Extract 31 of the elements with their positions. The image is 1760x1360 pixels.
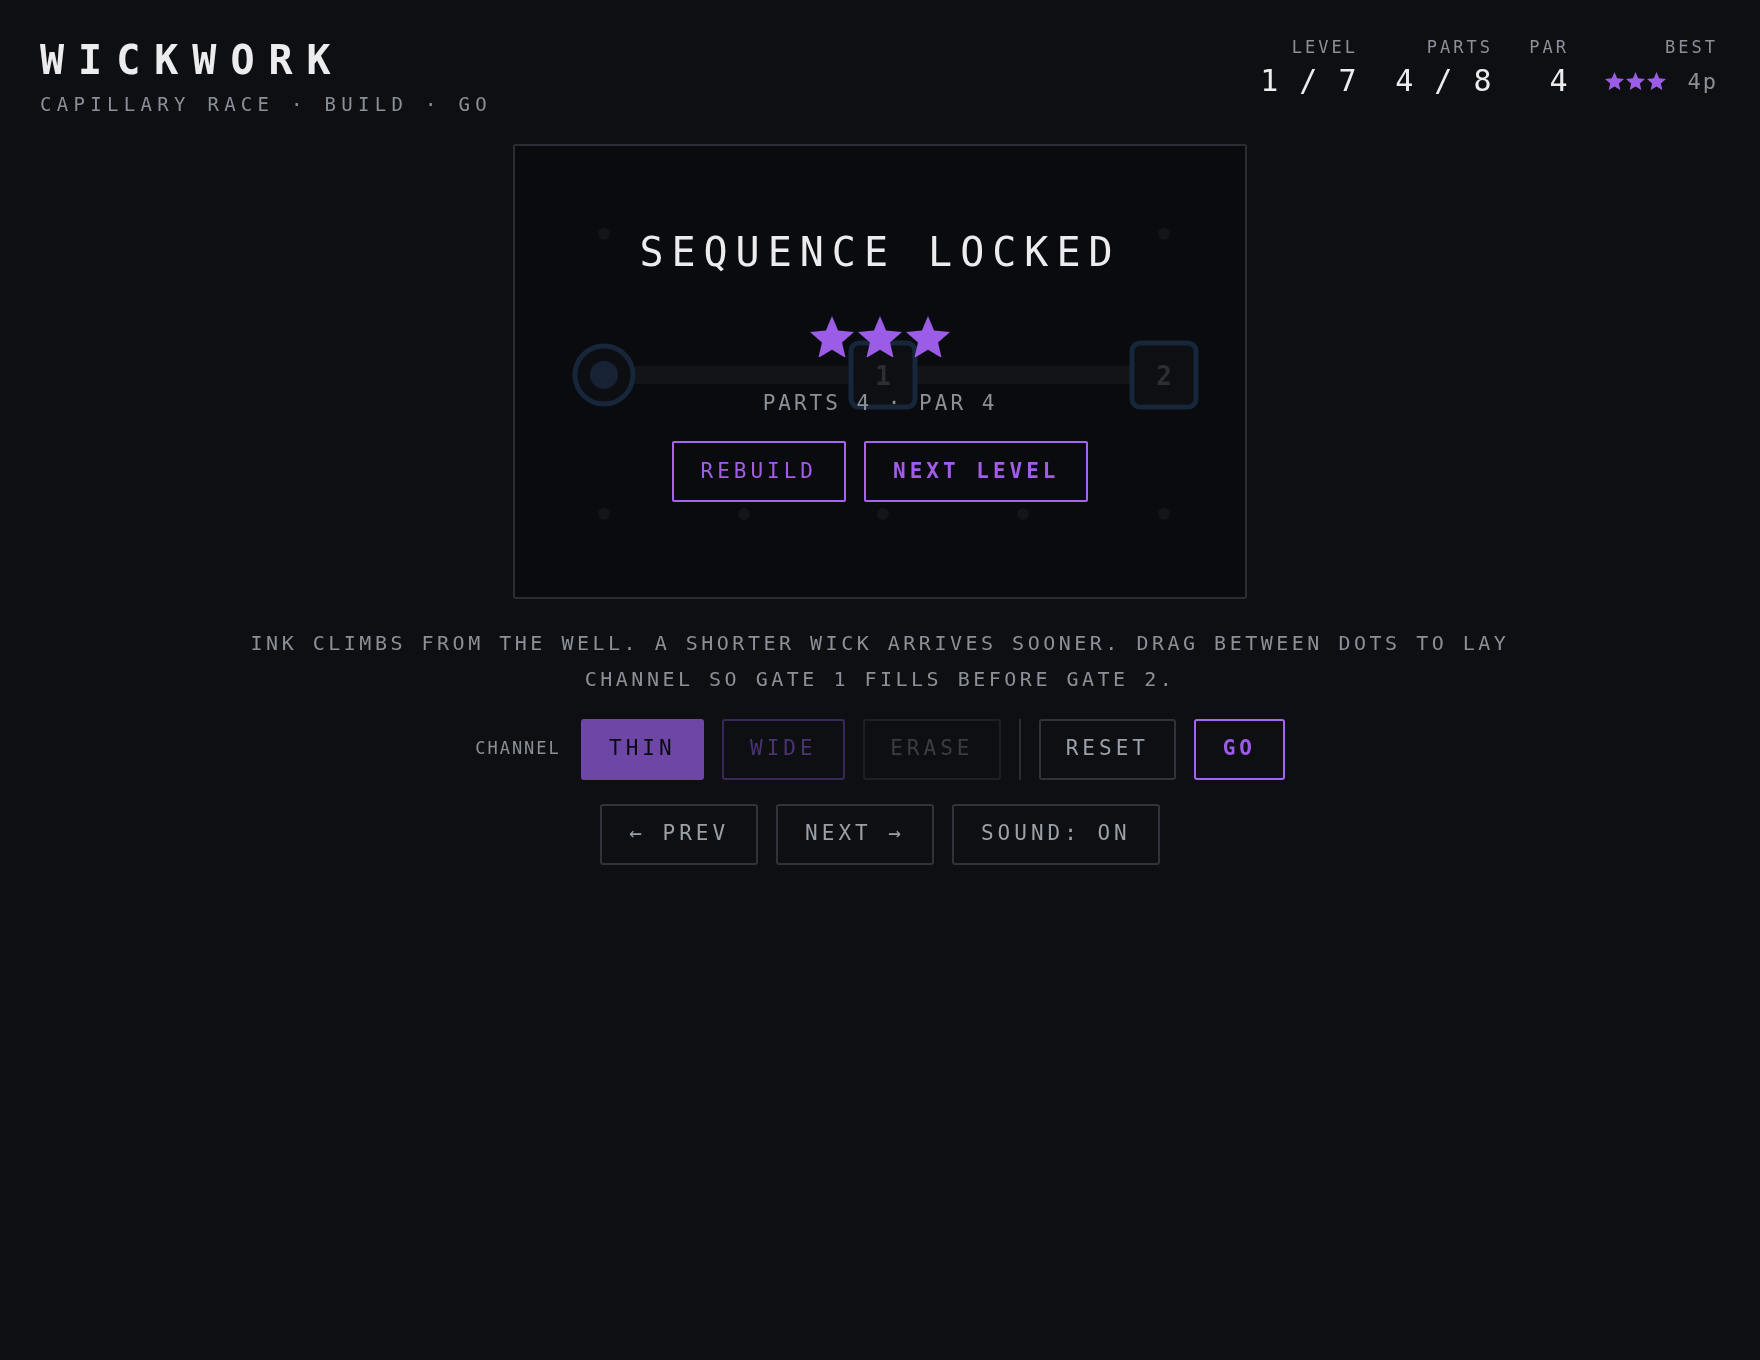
instructions-text: INK CLIMBS FROM THE WELL. A SHORTER WICK ARRIVES SOONER. DRAG BETWEEN DOTS TO LAY CHANNEL SO GATE 1 FILLS BEFORE GATE 2. (249, 629, 1511, 693)
app-subtitle: CAPILLARY RACE · BUILD · GO (40, 92, 492, 117)
gate (1129, 340, 1199, 409)
result-summary: PARTS 4 · PAR 4 (762, 390, 998, 417)
stat-value: 4 / 8 (1395, 62, 1493, 100)
stat-label: BEST (1665, 36, 1718, 58)
stat-value: 4 (1549, 62, 1569, 100)
star-icon (858, 315, 902, 358)
ink-well (572, 343, 636, 406)
app-title: WICKWORK (40, 36, 346, 84)
nav-button[interactable]: ← PREV (600, 803, 759, 865)
nav-button[interactable]: SOUND: ON (951, 803, 1160, 865)
tool-button[interactable]: THIN (580, 718, 704, 780)
star-icon (810, 315, 854, 358)
star-icon (1646, 71, 1666, 91)
stat-label: PARTS (1426, 36, 1493, 58)
star-icon (906, 315, 950, 358)
stat-value: 1 / 7 (1260, 62, 1358, 100)
stat-label: PAR (1529, 36, 1569, 58)
stat-label: LEVEL (1291, 36, 1358, 58)
channel-label: CHANNEL (475, 737, 561, 761)
reset-button[interactable]: RESET (1038, 718, 1176, 780)
star-icon (1625, 71, 1645, 91)
go-button[interactable]: GO (1193, 718, 1285, 780)
nav-button[interactable]: NEXT → (776, 803, 934, 865)
rebuild-button[interactable]: REBUILD (671, 441, 847, 503)
result-title: SEQUENCE LOCKED (639, 227, 1121, 276)
star-icon (1604, 71, 1624, 91)
gate (848, 340, 918, 409)
next-level-button[interactable]: NEXT LEVEL (864, 441, 1089, 503)
best-value: 4p (1687, 67, 1718, 96)
